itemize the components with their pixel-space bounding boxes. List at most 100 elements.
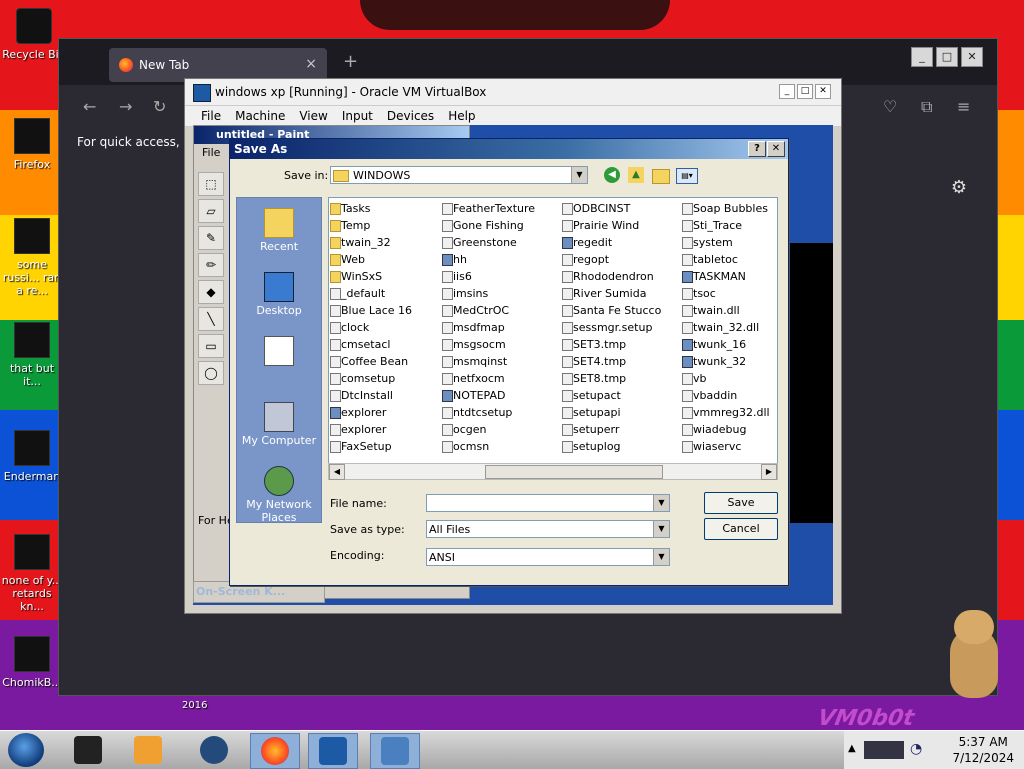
desktop-icon-recycle-bin[interactable]: Recycle Bin [2,8,66,61]
list-item[interactable]: Temp [329,217,449,234]
list-item[interactable]: Sti_Trace [681,217,777,234]
minimize-button[interactable]: _ [911,47,933,67]
forward-arrow-icon[interactable]: → [119,97,132,116]
pencil-tool-icon[interactable]: ✏ [198,253,224,277]
list-item[interactable]: Prairie Wind [561,217,681,234]
ellipse-tool-icon[interactable]: ◯ [198,361,224,385]
tab-new-tab[interactable]: New Tab × [109,48,327,82]
list-item[interactable]: vb [681,370,777,387]
rect-tool-icon[interactable]: ▭ [198,334,224,358]
maximize-button[interactable]: □ [936,47,958,67]
file-name-input[interactable]: ▼ [426,494,670,512]
file-list[interactable]: Tasks Temp twain_32 Web WinSxS _default Blue L… [328,197,778,477]
list-item[interactable]: Web [329,251,449,268]
list-item[interactable]: explorer [329,404,449,421]
list-item[interactable]: ntdtcsetup [441,404,561,421]
list-item[interactable]: twunk_16 [681,336,777,353]
place-network[interactable]: My Network Places [237,466,321,524]
cancel-button[interactable]: Cancel [704,518,778,540]
desktop-icon-chomik[interactable]: ChomikB... [0,636,64,689]
list-item[interactable]: clock [329,319,449,336]
list-item[interactable]: River Sumida [561,285,681,302]
close-tab-icon[interactable]: × [305,56,317,72]
list-item[interactable]: Rhododendron [561,268,681,285]
back-icon[interactable]: ◀ [604,167,620,183]
list-item[interactable]: twain.dll [681,302,777,319]
network-tray-icon[interactable] [864,741,904,759]
list-item[interactable]: setupapi [561,404,681,421]
extensions-icon[interactable]: ⧉ [921,97,932,117]
list-item[interactable]: sessmgr.setup [561,319,681,336]
list-item[interactable]: twain_32 [329,234,449,251]
close-button[interactable]: ✕ [961,47,983,67]
menu-devices[interactable]: Devices [387,109,434,123]
list-item[interactable]: Coffee Bean [329,353,449,370]
eraser-tool-icon[interactable]: ▱ [198,199,224,223]
taskbar-item-xp[interactable] [370,733,420,769]
list-item[interactable]: vmmreg32.dll [681,404,777,421]
list-item[interactable]: iis6 [441,268,561,285]
place-my-computer[interactable]: My Computer [237,402,321,447]
up-folder-icon[interactable]: ▲ [628,167,644,183]
list-item[interactable]: regedit [561,234,681,251]
list-item[interactable]: vbaddin [681,387,777,404]
place-desktop[interactable]: Desktop [237,272,321,317]
list-item[interactable]: FeatherTexture [441,200,561,217]
taskbar-item-virtualbox[interactable] [308,733,358,769]
menu-view[interactable]: View [299,109,327,123]
list-item[interactable]: FaxSetup [329,438,449,455]
taskbar-item-media[interactable] [124,733,172,767]
gear-icon[interactable]: ⚙ [951,177,967,198]
clock[interactable]: 5:37 AM 7/12/2024 [952,734,1014,766]
list-item[interactable]: _default [329,285,449,302]
list-item[interactable]: msgsocm [441,336,561,353]
list-item[interactable]: tabletoc [681,251,777,268]
menu-file[interactable]: File [201,109,221,123]
back-arrow-icon[interactable]: ← [83,97,96,116]
close-button[interactable]: ✕ [767,141,785,157]
chevron-down-icon[interactable]: ▼ [653,495,669,511]
fill-tool-icon[interactable]: ◆ [198,280,224,304]
list-item[interactable]: Santa Fe Stucco [561,302,681,319]
list-item[interactable]: msdfmap [441,319,561,336]
picker-tool-icon[interactable]: ✎ [198,226,224,250]
list-item[interactable]: Soap Bubbles [681,200,777,217]
minimize-button[interactable]: _ [779,84,795,99]
desktop-icon-firefox[interactable]: Firefox [0,118,64,171]
chevron-down-icon[interactable]: ▼ [653,549,669,565]
desktop-icon-some-russian[interactable]: some russi... ran a re... [0,218,64,297]
desktop-icon-enderman[interactable]: Enderman [0,430,64,483]
place-recent[interactable]: Recent [237,208,321,253]
encoding-select[interactable]: ANSI ▼ [426,548,670,566]
chevron-down-icon[interactable]: ▼ [653,521,669,537]
list-item[interactable]: system [681,234,777,251]
list-item[interactable]: regopt [561,251,681,268]
view-menu-icon[interactable]: ▤▾ [676,168,698,184]
new-tab-button[interactable]: + [343,51,358,72]
save-as-type-select[interactable]: All Files ▼ [426,520,670,538]
menu-machine[interactable]: Machine [235,109,285,123]
select-tool-icon[interactable]: ⬚ [198,172,224,196]
list-item[interactable]: ODBCINST [561,200,681,217]
scroll-thumb[interactable] [485,465,663,479]
reload-icon[interactable]: ↻ [153,97,166,116]
tray-expand-icon[interactable]: ▲ [848,743,856,754]
list-item[interactable]: Blue Lace 16 [329,302,449,319]
list-item[interactable]: Gone Fishing [441,217,561,234]
list-item[interactable]: wiaservc [681,438,777,455]
desktop-icon-none-of-you[interactable]: none of y... retards kn... [0,534,64,613]
list-item[interactable]: setuperr [561,421,681,438]
list-item[interactable]: netfxocm [441,370,561,387]
list-item[interactable]: comsetup [329,370,449,387]
list-item[interactable]: tsoc [681,285,777,302]
list-item[interactable]: wiadebug [681,421,777,438]
volume-tray-icon[interactable]: ◔ [910,741,922,757]
list-item[interactable]: Greenstone [441,234,561,251]
pocket-icon[interactable]: ♡ [883,97,897,116]
list-item[interactable]: SET3.tmp [561,336,681,353]
list-item[interactable]: TASKMAN [681,268,777,285]
list-item[interactable]: twain_32.dll [681,319,777,336]
menu-input[interactable]: Input [342,109,373,123]
list-item[interactable]: explorer [329,421,449,438]
list-item[interactable]: imsins [441,285,561,302]
